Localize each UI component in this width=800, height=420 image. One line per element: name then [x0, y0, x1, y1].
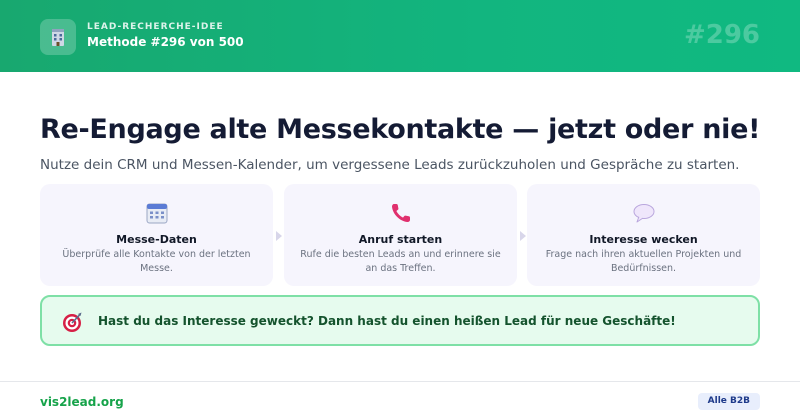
chevron-right-icon: [520, 231, 526, 241]
target-icon: [63, 312, 82, 332]
step-description: Überprüfe alle Kontakte von der letzten …: [62, 249, 251, 274]
speech-bubble-icon: [633, 204, 654, 223]
step-description: Rufe die besten Leads an und erinnere si…: [300, 249, 501, 274]
step-card-messe-daten: Messe-Daten Überprüfe alle Kontakte von …: [40, 184, 273, 286]
page-title: Re-Engage alte Messekontakte — jetzt ode…: [40, 114, 761, 145]
step-card-anruf-starten: Anruf starten Rufe die besten Leads an u…: [284, 184, 517, 286]
step-title: Interesse wecken: [589, 233, 698, 246]
method-number: #296: [683, 20, 760, 50]
chevron-right-icon: [276, 231, 282, 241]
footer-brand-link[interactable]: vis2lead.org: [40, 395, 124, 409]
step-title: Anruf starten: [358, 233, 443, 246]
step-title: Messe-Daten: [116, 233, 197, 246]
office-building-icon: [52, 29, 64, 46]
logo-badge: [40, 19, 76, 55]
calendar-icon: [146, 203, 167, 224]
header-title: Methode #296 von 500: [87, 35, 244, 49]
footer-divider: [0, 381, 800, 382]
phone-icon: [391, 204, 410, 222]
callout-box: Hast du das Interesse geweckt? Dann hast…: [40, 295, 760, 346]
category-badge: Alle B2B: [697, 393, 760, 410]
step-card-interesse-wecken: Interesse wecken Frage nach ihren aktuel…: [527, 184, 760, 286]
step-description: Frage nach ihren aktuellen Projekten und…: [545, 249, 742, 274]
page-subtitle: Nutze dein CRM und Messen-Kalender, um v…: [40, 157, 740, 173]
header-kicker: LEAD-RECHERCHE-IDEE: [87, 22, 224, 32]
header-banner: LEAD-RECHERCHE-IDEE Methode #296 von 500…: [0, 0, 800, 72]
callout-text: Hast du das Interesse geweckt? Dann hast…: [98, 314, 676, 328]
